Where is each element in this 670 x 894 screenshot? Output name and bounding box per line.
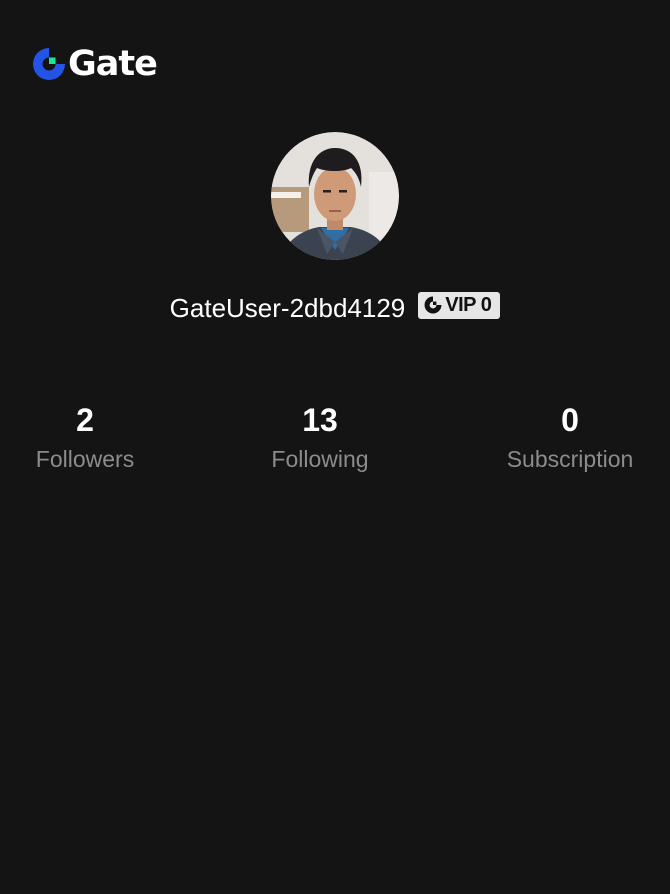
followers-stat[interactable]: 2 Followers: [0, 400, 185, 474]
following-label: Following: [271, 446, 369, 472]
subscription-label: Subscription: [506, 446, 634, 472]
following-stat[interactable]: 13 Following: [220, 400, 420, 474]
subscription-stat[interactable]: 0 Subscription: [470, 400, 670, 474]
avatar[interactable]: [271, 132, 399, 260]
gate-logo[interactable]: Gate: [32, 44, 158, 84]
following-count: 13: [302, 402, 338, 438]
vip-level-label: VIP 0: [445, 293, 492, 316]
brand-name: Gate: [68, 44, 158, 84]
username: GateUser-2dbd4129: [169, 293, 406, 323]
subscription-count: 0: [561, 402, 579, 438]
followers-label: Followers: [35, 446, 135, 472]
gate-logo-icon: [33, 48, 65, 80]
header: Gate: [32, 44, 158, 84]
followers-count: 2: [76, 402, 94, 438]
profile-identity: GateUser-2dbd4129 VIP 0: [0, 290, 670, 326]
gate-logo-icon: [424, 296, 442, 314]
vip-badge[interactable]: VIP 0: [418, 291, 501, 319]
profile-stats: 2 Followers 13 Following 0 Subscription: [0, 400, 670, 490]
